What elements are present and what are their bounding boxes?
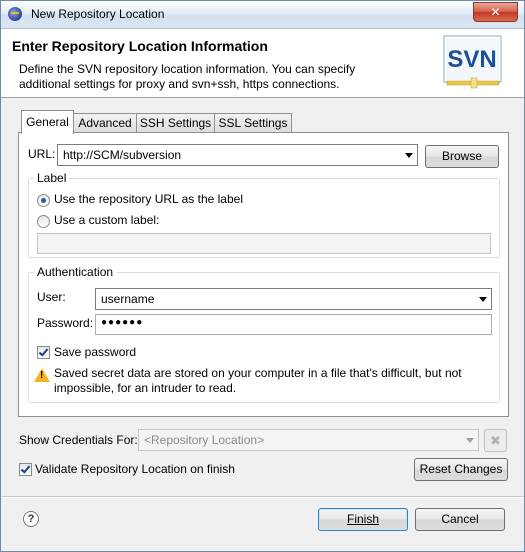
reset-changes-button[interactable]: Reset Changes	[414, 458, 508, 481]
password-input[interactable]: ●●●●●●	[95, 314, 492, 335]
save-password-label[interactable]: Save password	[54, 345, 136, 359]
svn-logo-text: SVN	[447, 46, 496, 73]
title-bar[interactable]: New Repository Location ✕	[1, 1, 524, 29]
validate-checkbox[interactable]	[19, 463, 32, 476]
label-group: Label Use the repository URL as the labe…	[28, 171, 500, 258]
authentication-group: Authentication User: username Password: …	[28, 265, 500, 403]
radio-use-url-label[interactable]: Use the repository URL as the label	[54, 192, 243, 206]
user-label: User:	[37, 290, 66, 304]
chevron-down-icon[interactable]	[466, 438, 474, 443]
tab-ssh-settings[interactable]: SSH Settings	[136, 113, 215, 133]
header-description: Define the SVN repository location infor…	[19, 62, 356, 91]
general-tab-panel: URL: http://SCM/subversion Browse Label …	[18, 132, 509, 417]
footer-separator	[1, 496, 524, 498]
finish-button-label: Finish	[346, 512, 379, 526]
tab-advanced[interactable]: Advanced	[73, 113, 137, 133]
warning-icon	[34, 368, 50, 382]
help-icon[interactable]: ?	[23, 511, 39, 527]
tab-general[interactable]: General	[21, 110, 74, 134]
url-combo[interactable]: http://SCM/subversion	[57, 144, 418, 166]
eclipse-icon	[8, 7, 22, 21]
window-title: New Repository Location	[31, 7, 165, 21]
delete-credentials-icon[interactable]: ✖	[484, 429, 507, 452]
radio-custom-label[interactable]	[37, 215, 50, 228]
warning-text: Saved secret data are stored on your com…	[54, 366, 462, 395]
chevron-down-icon[interactable]	[405, 153, 413, 158]
validate-label[interactable]: Validate Repository Location on finish	[35, 462, 235, 476]
wizard-header: Enter Repository Location Information De…	[1, 29, 524, 98]
user-combo[interactable]: username	[95, 288, 492, 310]
cancel-button[interactable]: Cancel	[415, 508, 505, 531]
credentials-combo[interactable]: <Repository Location>	[138, 429, 479, 451]
finish-button[interactable]: Finish	[318, 508, 408, 531]
password-label: Password:	[37, 316, 94, 330]
radio-custom-label-text[interactable]: Use a custom label:	[54, 213, 159, 227]
chevron-down-icon[interactable]	[479, 297, 487, 302]
header-title: Enter Repository Location Information	[12, 38, 268, 54]
radio-use-url[interactable]	[37, 194, 50, 207]
label-group-title: Label	[34, 171, 70, 185]
authentication-group-title: Authentication	[34, 265, 117, 279]
password-value: ●●●●●●	[101, 317, 144, 328]
url-label: URL:	[28, 147, 56, 161]
custom-label-input[interactable]	[37, 233, 491, 254]
browse-button[interactable]: Browse	[425, 145, 499, 168]
svn-logo-icon: SVN	[443, 35, 502, 89]
save-password-checkbox[interactable]	[37, 346, 50, 359]
url-value: http://SCM/subversion	[63, 148, 182, 162]
credentials-value: <Repository Location>	[144, 433, 265, 447]
close-button[interactable]: ✕	[473, 2, 518, 22]
credentials-label: Show Credentials For:	[19, 433, 138, 447]
tab-ssl-settings[interactable]: SSL Settings	[214, 113, 292, 133]
user-value: username	[101, 292, 155, 306]
dialog-window: New Repository Location ✕ Enter Reposito…	[0, 0, 525, 552]
